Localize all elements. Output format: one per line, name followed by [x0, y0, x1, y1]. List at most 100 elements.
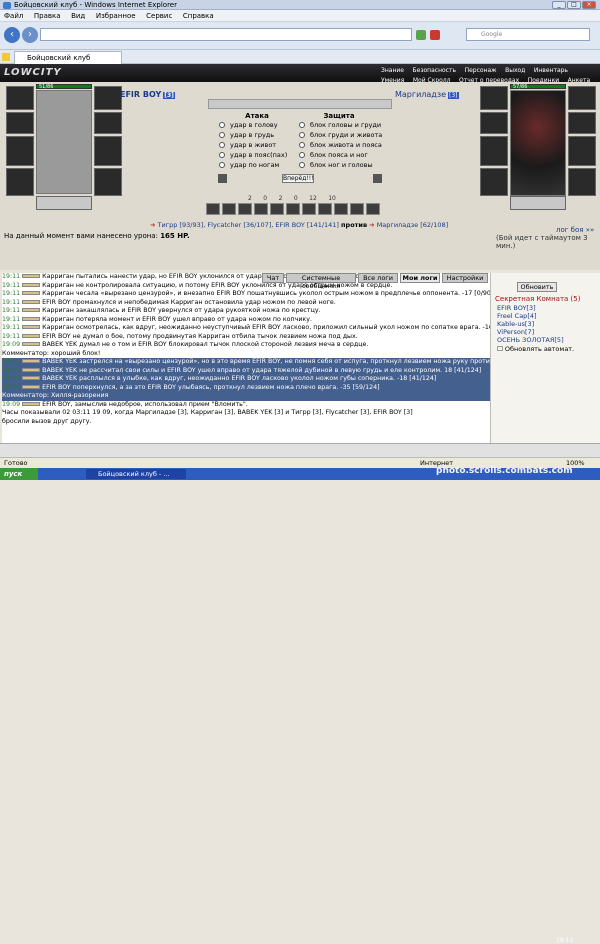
opp-armor-slot[interactable]	[480, 168, 508, 196]
skill-slot[interactable]	[238, 203, 252, 215]
defense-option-4[interactable]: блок пояса и ног	[297, 151, 381, 161]
forward-button[interactable]: ›	[22, 27, 38, 43]
nav-inventory[interactable]: Инвентарь	[531, 66, 571, 75]
browser-tab[interactable]: Бойцовский клуб	[14, 51, 122, 64]
radio-icon	[299, 142, 305, 148]
skill-slot[interactable]	[302, 203, 316, 215]
defense-option-5[interactable]: блок ног и головы	[297, 161, 381, 171]
chat-line: 19:09 EFIR BOY, замыслив недоброе, исполь…	[2, 400, 248, 408]
opp-helmet-slot[interactable]	[480, 86, 508, 110]
url-field[interactable]	[40, 28, 412, 41]
taskbar-item[interactable]: Бойцовский клуб - ...	[86, 469, 186, 479]
skill-slot[interactable]	[366, 203, 380, 215]
defense-option-2[interactable]: блок груди и живота	[297, 131, 382, 141]
stop-icon[interactable]	[430, 30, 440, 40]
necklace-slot[interactable]	[6, 112, 34, 134]
skill-slot[interactable]	[334, 203, 348, 215]
maximize-button[interactable]: □	[567, 1, 581, 9]
fight-log-link[interactable]: лог боя »»	[556, 226, 594, 234]
team1[interactable]: Тигрр [93/93], Flycatcher [36/107], EFIR…	[158, 221, 339, 229]
defense-option-3[interactable]: блок живота и пояса	[297, 141, 382, 151]
attack-option-groin[interactable]: удар в пояс(пах)	[217, 151, 297, 161]
search-input[interactable]: Google	[466, 28, 590, 41]
attack-option-head[interactable]: удар в голову	[217, 121, 297, 131]
member-item[interactable]: Freel Cap[4]	[497, 312, 537, 320]
chat-tabs: Чат Системные сообщения Все логи Мои лог…	[262, 273, 490, 290]
tab-chat[interactable]: Чат	[262, 273, 284, 283]
favorites-star-icon[interactable]	[2, 53, 10, 61]
menu-bar: Файл Правка Вид Избранное Сервис Справка	[0, 10, 600, 22]
attack-option-chest[interactable]: удар в грудь	[217, 131, 297, 141]
nav-znanie[interactable]: Знание	[378, 66, 407, 75]
skill-slot[interactable]	[270, 203, 284, 215]
opp-earring-slot[interactable]	[568, 86, 596, 110]
menu-favorites[interactable]: Избранное	[92, 10, 140, 20]
opp-boots-slot[interactable]	[568, 168, 596, 196]
radio-icon	[219, 162, 225, 168]
chat-input-bar[interactable]	[0, 443, 600, 457]
opp-weapon-slot-right[interactable]	[568, 136, 596, 166]
defense-panel: Защита блок головы и груди блок груди и …	[297, 112, 382, 174]
close-button[interactable]: ×	[582, 1, 596, 9]
skill-bar	[206, 203, 386, 215]
left-corner-icon[interactable]	[218, 174, 227, 183]
auto-update-checkbox[interactable]: ☐ Обновлять автомат.	[497, 345, 574, 353]
skill-slot[interactable]	[206, 203, 220, 215]
opp-gloves-slot[interactable]	[568, 112, 596, 134]
member-item[interactable]: EFIR BOY[3]	[497, 304, 536, 312]
weapon-slot-left[interactable]	[6, 136, 34, 166]
player-name[interactable]: EFIR BOY [3]	[120, 90, 175, 99]
helmet-slot[interactable]	[6, 86, 34, 110]
right-corner-icon[interactable]	[373, 174, 382, 183]
skill-slot[interactable]	[286, 203, 300, 215]
earring-slot[interactable]	[94, 86, 122, 110]
chat-line: Комментатор: хороший блок!	[2, 349, 101, 357]
skill-slot[interactable]	[254, 203, 268, 215]
opponent-name[interactable]: Маргиладзе [3]	[395, 90, 459, 99]
refresh-icon[interactable]	[416, 30, 426, 40]
tab-all-logs[interactable]: Все логи	[358, 273, 398, 283]
boots-slot[interactable]	[94, 168, 122, 196]
nav-security[interactable]: Безопасность	[410, 66, 460, 75]
member-item[interactable]: ViPerson[7]	[497, 328, 534, 336]
menu-help[interactable]: Справка	[179, 10, 218, 20]
gloves-slot[interactable]	[94, 112, 122, 134]
opp-weapon-slot-left[interactable]	[480, 136, 508, 166]
go-button[interactable]: Вперёд!!!	[282, 174, 314, 183]
update-button[interactable]: Обновить	[517, 282, 557, 292]
member-item[interactable]: ОСЕНЬ ЗОЛОТАЯ[5]	[497, 336, 564, 344]
tab-my-logs[interactable]: Мои логи	[400, 273, 440, 283]
attack-option-legs[interactable]: удар по ногам	[217, 161, 297, 171]
menu-file[interactable]: Файл	[0, 10, 27, 20]
skill-slot[interactable]	[350, 203, 364, 215]
room-panel: Обновить Секретная Комната (5) EFIR BOY[…	[490, 273, 600, 443]
action-slots[interactable]	[208, 99, 392, 109]
chat-line: 19:11 Карриган осмотрелась, как вдруг, не…	[2, 324, 490, 331]
skill-slot[interactable]	[318, 203, 332, 215]
attack-option-belly[interactable]: удар в живот	[217, 141, 297, 151]
skill-slot[interactable]	[222, 203, 236, 215]
minimize-button[interactable]: _	[552, 1, 566, 9]
opponent-level-badge: [3]	[448, 92, 459, 99]
nav-exit[interactable]: Выход	[502, 66, 528, 75]
clock: 19:12	[556, 937, 574, 944]
chat-log[interactable]: 19:11 Карриган пытались нанести удар, но …	[2, 273, 490, 443]
menu-view[interactable]: Вид	[67, 10, 89, 20]
tab-system[interactable]: Системные сообщения	[286, 273, 356, 290]
nav-character[interactable]: Персонаж	[462, 66, 500, 75]
chat-line: 19:11 Карриган закашлялась и EFIR BOY уве…	[2, 307, 321, 314]
start-button[interactable]: пуск	[0, 468, 38, 480]
member-item[interactable]: Kable-us[3]	[497, 320, 534, 328]
opp-ring-slots[interactable]	[510, 196, 566, 210]
opp-necklace-slot[interactable]	[480, 112, 508, 134]
armor-slot[interactable]	[6, 168, 34, 196]
menu-edit[interactable]: Правка	[30, 10, 65, 20]
back-button[interactable]: ‹	[4, 27, 20, 43]
team2[interactable]: Маргиладзе [62/108]	[377, 221, 448, 229]
ring-slots[interactable]	[36, 196, 92, 210]
menu-tools[interactable]: Сервис	[142, 10, 176, 20]
radio-icon	[299, 162, 305, 168]
tab-settings[interactable]: Настройки	[442, 273, 488, 283]
defense-option-1[interactable]: блок головы и груди	[297, 121, 381, 131]
weapon-slot-right[interactable]	[94, 136, 122, 166]
